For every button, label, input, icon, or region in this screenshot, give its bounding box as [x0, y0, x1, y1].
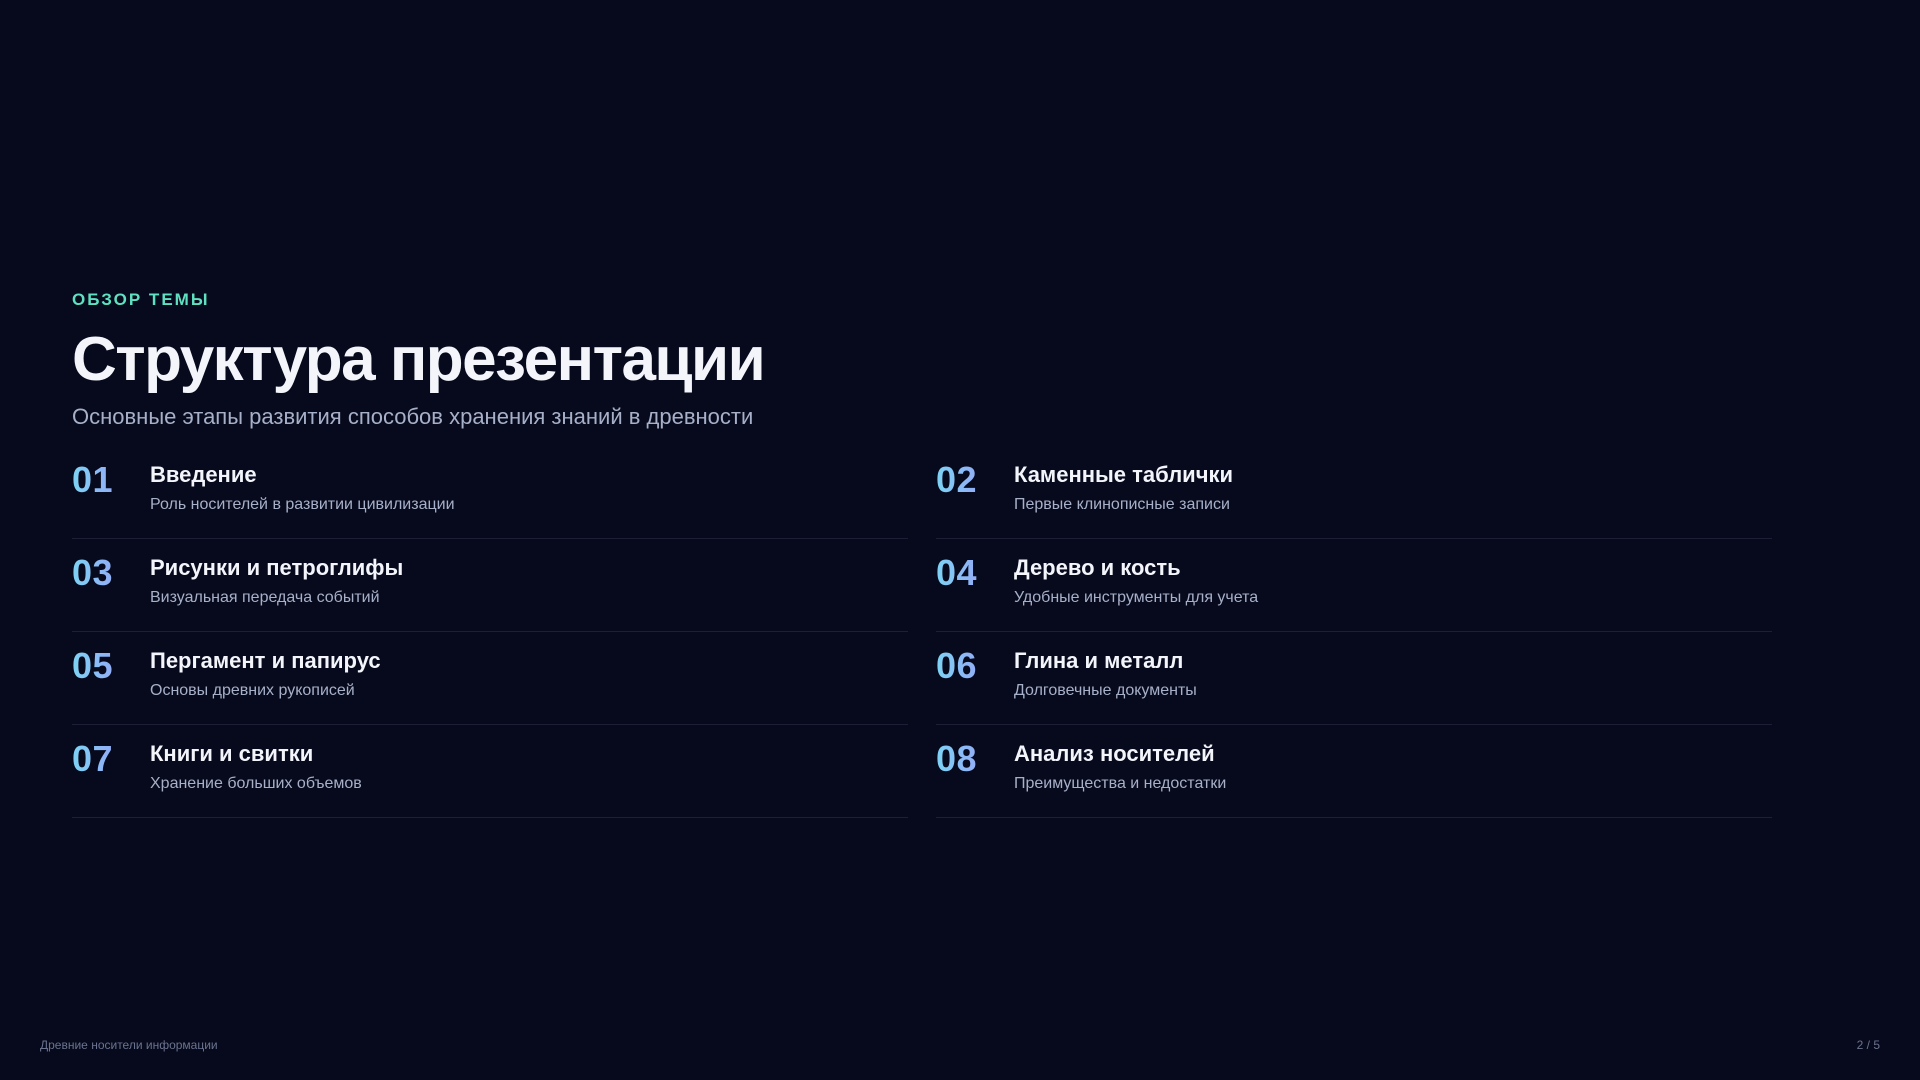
agenda-item-number: 08 — [936, 737, 1014, 781]
agenda-item-number: 01 — [72, 458, 150, 502]
agenda-item-06: 06 Глина и металл Долговечные документы — [936, 632, 1772, 725]
agenda-item-04: 04 Дерево и кость Удобные инструменты дл… — [936, 539, 1772, 632]
agenda-grid: 01 Введение Роль носителей в развитии ци… — [72, 446, 1772, 818]
agenda-item-text: Анализ носителей Преимущества и недостат… — [1014, 737, 1226, 795]
agenda-item-description: Роль носителей в развитии цивилизации — [150, 496, 455, 513]
page-indicator: 2 / 5 — [1856, 1038, 1880, 1052]
agenda-item-05: 05 Пергамент и папирус Основы древних ру… — [72, 632, 908, 725]
agenda-item-title: Глина и металл — [1014, 648, 1184, 673]
agenda-item-text: Дерево и кость Удобные инструменты для у… — [1014, 551, 1258, 609]
agenda-item-07: 07 Книги и свитки Хранение больших объем… — [72, 725, 908, 818]
agenda-item-title: Анализ носителей — [1014, 741, 1215, 766]
agenda-item-description: Преимущества и недостатки — [1014, 775, 1227, 792]
agenda-item-text: Книги и свитки Хранение больших объемов — [150, 737, 362, 795]
agenda-item-number: 06 — [936, 644, 1014, 688]
eyebrow-label: ОБЗОР ТЕМЫ — [72, 290, 210, 309]
agenda-item-description: Визуальная передача событий — [150, 589, 380, 606]
agenda-item-text: Пергамент и папирус Основы древних рукоп… — [150, 644, 381, 702]
agenda-item-03: 03 Рисунки и петроглифы Визуальная перед… — [72, 539, 908, 632]
agenda-item-title: Книги и свитки — [150, 741, 314, 766]
agenda-item-number: 07 — [72, 737, 150, 781]
footer-presentation-title: Древние носители информации — [40, 1038, 218, 1052]
agenda-item-title: Каменные таблички — [1014, 462, 1234, 487]
agenda-item-description: Первые клинописные записи — [1014, 496, 1230, 513]
agenda-item-number: 05 — [72, 644, 150, 688]
agenda-item-number: 03 — [72, 551, 150, 595]
slide-header: ОБЗОР ТЕМЫ Структура презентации Основны… — [72, 290, 1772, 432]
slide: ОБЗОР ТЕМЫ Структура презентации Основны… — [0, 0, 1920, 1080]
slide-title: Структура презентации — [72, 325, 766, 394]
agenda-item-title: Дерево и кость — [1014, 555, 1181, 580]
agenda-item-number: 02 — [936, 458, 1014, 502]
agenda-item-08: 08 Анализ носителей Преимущества и недос… — [936, 725, 1772, 818]
agenda-item-number: 04 — [936, 551, 1014, 595]
agenda-item-01: 01 Введение Роль носителей в развитии ци… — [72, 446, 908, 539]
agenda-item-text: Глина и металл Долговечные документы — [1014, 644, 1197, 702]
agenda-item-text: Каменные таблички Первые клинописные зап… — [1014, 458, 1233, 516]
agenda-item-title: Рисунки и петроглифы — [150, 555, 404, 580]
agenda-item-description: Долговечные документы — [1014, 682, 1197, 699]
slide-subtitle: Основные этапы развития способов хранени… — [72, 404, 754, 429]
agenda-item-text: Рисунки и петроглифы Визуальная передача… — [150, 551, 403, 609]
agenda-item-description: Хранение больших объемов — [150, 775, 362, 792]
agenda-item-02: 02 Каменные таблички Первые клинописные … — [936, 446, 1772, 539]
agenda-item-description: Основы древних рукописей — [150, 682, 355, 699]
agenda-item-text: Введение Роль носителей в развитии цивил… — [150, 458, 455, 516]
agenda-item-title: Пергамент и папирус — [150, 648, 381, 673]
agenda-item-description: Удобные инструменты для учета — [1014, 589, 1259, 606]
agenda-item-title: Введение — [150, 462, 257, 487]
